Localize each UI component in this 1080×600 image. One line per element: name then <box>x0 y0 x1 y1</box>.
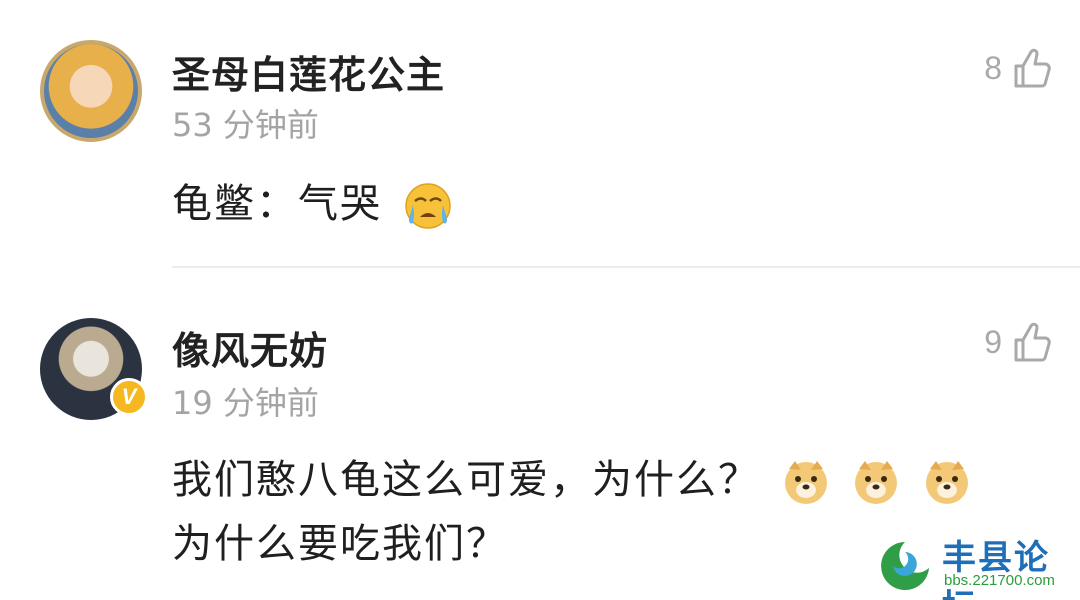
comment-timestamp: 53 分钟前 <box>172 106 319 144</box>
comment-text: 龟鳖：气哭 <box>172 172 453 236</box>
like-count: 9 <box>984 323 1002 360</box>
comment-item: 圣母白莲花公主 53 分钟前 8 龟鳖：气哭 <box>0 0 1080 268</box>
comment-username[interactable]: 圣母白莲花公主 <box>172 44 445 99</box>
watermark-title: 丰县论坛 <box>942 538 1050 600</box>
like-button[interactable]: 8 <box>984 46 1052 90</box>
comment-text-line: 我们憨八龟这么可爱，为什么？ <box>172 448 1052 512</box>
thumbs-up-icon <box>1014 322 1051 362</box>
doge-icon <box>926 461 969 504</box>
avatar[interactable] <box>40 40 142 142</box>
watermark: 丰县论坛 bbs.221700.com <box>876 530 1076 600</box>
thumbs-up-icon <box>1014 48 1051 88</box>
verified-badge-icon: V <box>110 378 148 416</box>
watermark-url: bbs.221700.com <box>944 572 1055 589</box>
comment-username[interactable]: 像风无妨 <box>172 320 328 375</box>
comment-text-body: 龟鳖：气哭 <box>172 181 382 227</box>
like-count: 8 <box>984 49 1002 86</box>
comment-timestamp: 19 分钟前 <box>172 384 319 422</box>
comment-text-body: 我们憨八龟这么可爱，为什么？ <box>172 457 760 503</box>
crying-face-icon <box>404 183 451 229</box>
divider <box>172 266 1080 268</box>
doge-icon <box>784 461 827 504</box>
forum-logo-icon <box>881 542 929 590</box>
like-button[interactable]: 9 <box>984 320 1052 364</box>
doge-icon <box>855 461 898 504</box>
